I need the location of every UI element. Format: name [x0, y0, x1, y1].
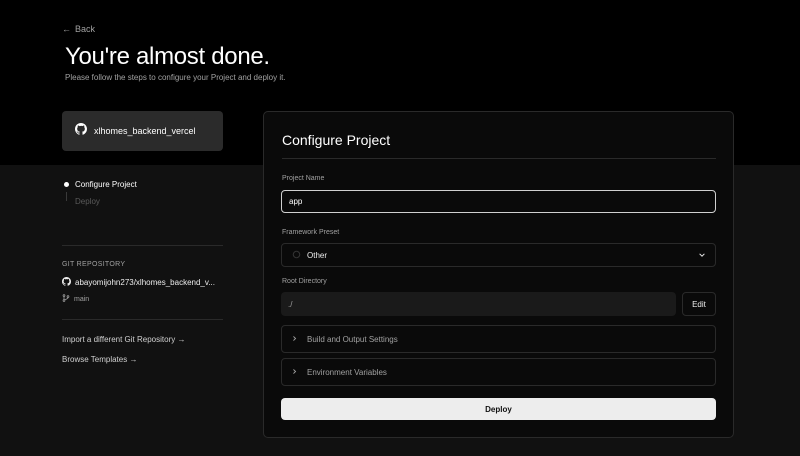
active-dot-icon	[64, 182, 69, 187]
back-label: Back	[75, 24, 96, 34]
project-name-label: Project Name	[282, 175, 325, 182]
deploy-button[interactable]: Deploy	[281, 398, 716, 420]
github-icon	[75, 122, 87, 140]
accordion-label: Build and Output Settings	[307, 334, 398, 344]
root-directory-input: ./	[281, 292, 676, 316]
card-divider	[282, 158, 716, 159]
git-branch: main	[62, 294, 89, 304]
step-deploy: Deploy	[64, 197, 137, 206]
chevron-right-icon	[291, 368, 298, 377]
root-directory-label: Root Directory	[282, 278, 327, 285]
step-label: Configure Project	[75, 180, 137, 189]
github-icon	[62, 277, 71, 288]
sidebar-divider	[62, 245, 223, 246]
git-section-label: GIT REPOSITORY	[62, 261, 126, 268]
arrow-left-icon: ←	[62, 24, 71, 34]
card-title: Configure Project	[282, 132, 391, 148]
project-name-input[interactable]	[281, 190, 716, 213]
configure-project-card: Configure Project Project Name Framework…	[263, 111, 734, 438]
accordion-label: Environment Variables	[307, 367, 387, 377]
chevron-down-icon	[698, 251, 706, 261]
sidebar-divider	[62, 319, 223, 320]
step-label: Deploy	[75, 197, 100, 206]
chevron-right-icon	[291, 335, 298, 344]
branch-icon	[62, 294, 70, 304]
repo-card: xlhomes_backend_vercel	[62, 111, 223, 151]
git-repo[interactable]: abayomijohn273/xlhomes_backend_v...	[62, 277, 222, 288]
step-configure: Configure Project	[64, 180, 137, 189]
git-repo-name: abayomijohn273/xlhomes_backend_v...	[75, 278, 215, 287]
back-link[interactable]: ← Back	[62, 24, 95, 34]
build-settings-accordion[interactable]: Build and Output Settings	[281, 325, 716, 353]
env-variables-accordion[interactable]: Environment Variables	[281, 358, 716, 386]
repo-name: xlhomes_backend_vercel	[94, 126, 196, 136]
framework-select[interactable]: Other	[281, 243, 716, 267]
page-title: You're almost done.	[65, 43, 270, 70]
branch-name: main	[74, 295, 90, 303]
import-repo-link[interactable]: Import a different Git Repository →	[62, 335, 185, 344]
pending-dot-icon	[64, 199, 69, 204]
step-list: Configure Project Deploy	[64, 180, 137, 206]
framework-icon	[292, 250, 301, 261]
browse-templates-link[interactable]: Browse Templates →	[62, 355, 137, 364]
page-subtitle: Please follow the steps to configure you…	[65, 73, 286, 82]
edit-root-button[interactable]: Edit	[682, 292, 716, 316]
framework-label: Framework Preset	[282, 229, 340, 236]
framework-value: Other	[307, 250, 328, 260]
